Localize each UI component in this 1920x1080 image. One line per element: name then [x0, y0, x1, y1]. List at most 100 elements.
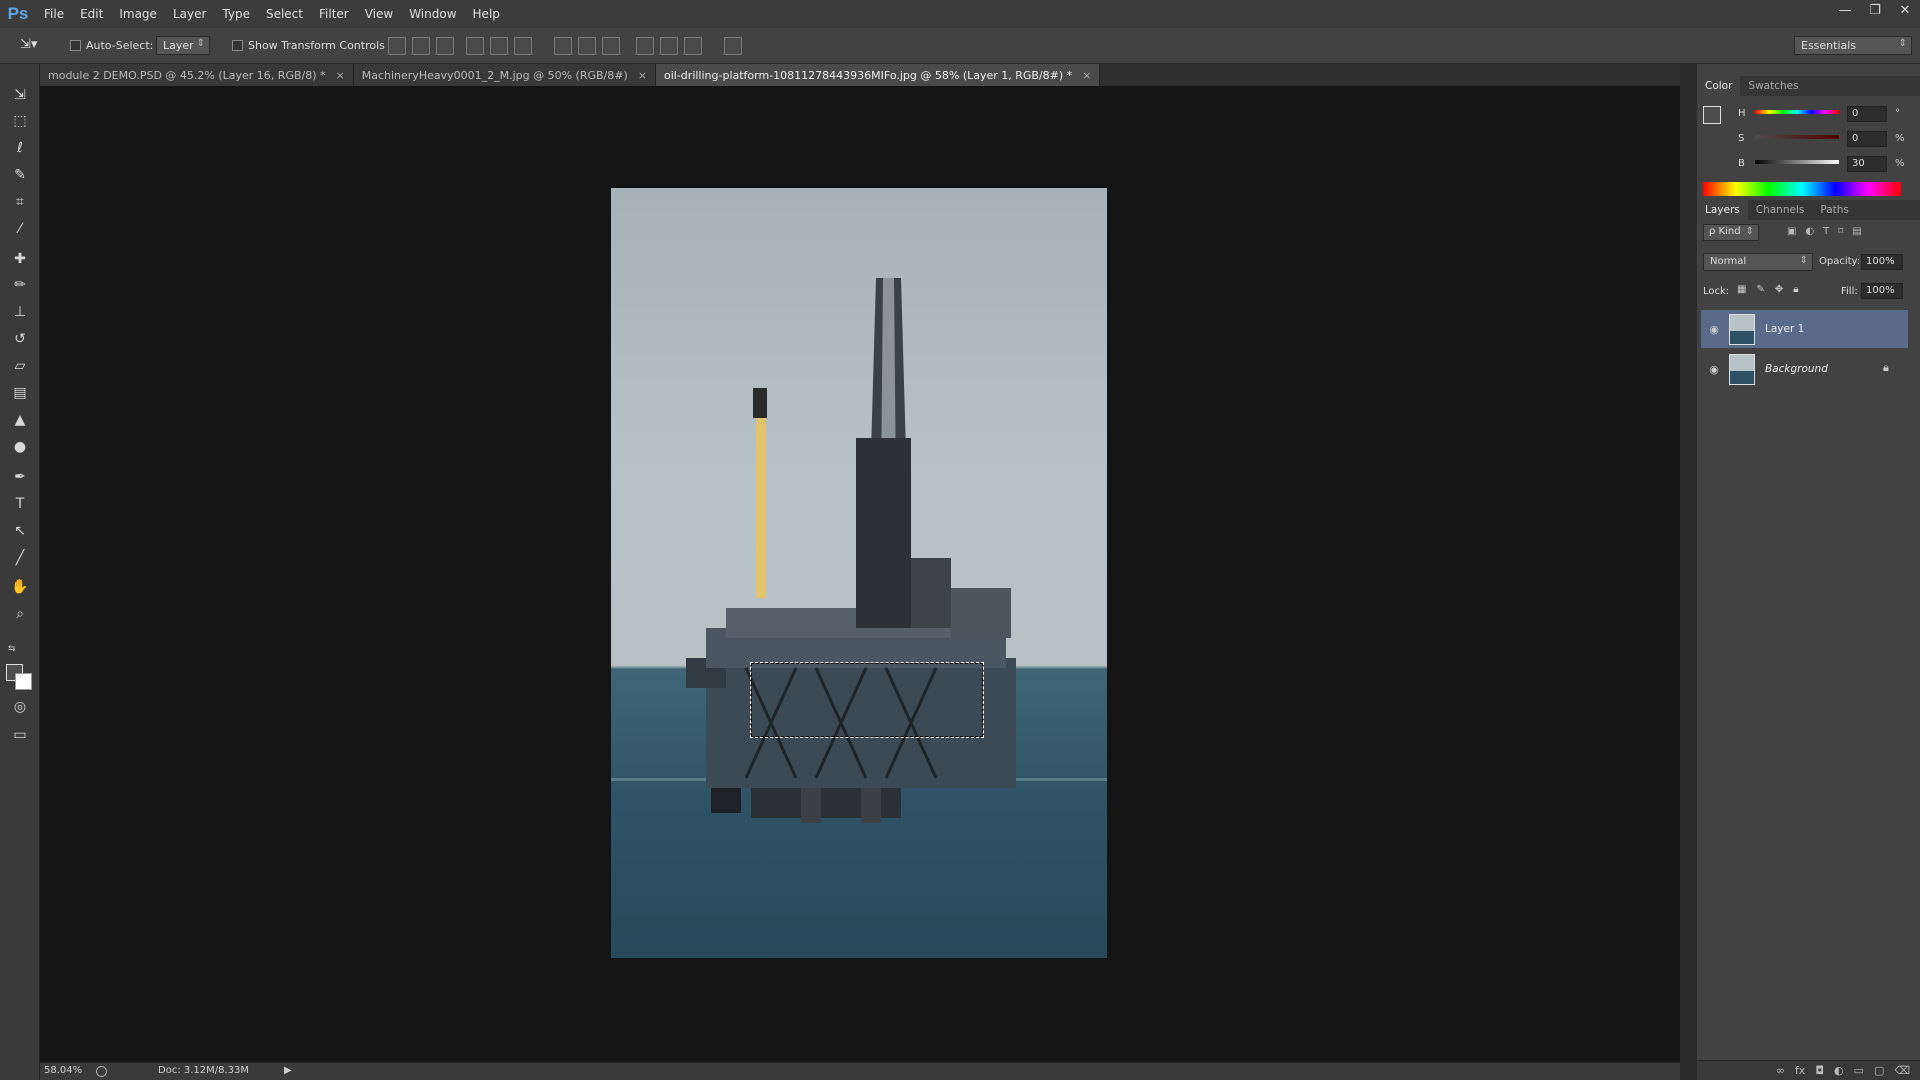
new-layer-icon[interactable]: ▢	[1874, 1064, 1884, 1077]
blur-tool-icon[interactable]: ▲	[9, 409, 31, 431]
distribute-vcenter-icon[interactable]	[578, 37, 596, 55]
tab-channels[interactable]: Channels	[1748, 200, 1813, 220]
hue-slider[interactable]	[1755, 110, 1839, 114]
clone-stamp-tool-icon[interactable]: ⊥	[9, 301, 31, 323]
eraser-tool-icon[interactable]: ▱	[9, 355, 31, 377]
minimize-button[interactable]: —	[1830, 0, 1860, 20]
document-image[interactable]	[611, 188, 1107, 958]
lasso-tool-icon[interactable]: ℓ	[9, 137, 31, 159]
path-selection-tool-icon[interactable]: ↖	[9, 520, 31, 542]
doc-tab[interactable]: module 2 DEMO.PSD @ 45.2% (Layer 16, RGB…	[40, 64, 354, 86]
align-left-icon[interactable]	[466, 37, 484, 55]
visibility-eye-icon[interactable]: ◉	[1707, 322, 1721, 336]
doc-tab-active[interactable]: oil-drilling-platform-10811278443936MIFo…	[656, 64, 1101, 86]
dodge-tool-icon[interactable]: ●	[9, 436, 31, 458]
adjustment-layer-icon[interactable]: ◐	[1834, 1064, 1844, 1077]
brightness-slider[interactable]	[1755, 160, 1839, 164]
layer-kind-filter[interactable]: ρ Kind	[1703, 224, 1759, 241]
menu-view[interactable]: View	[357, 0, 401, 28]
close-icon[interactable]: ×	[336, 69, 345, 82]
swap-colors-icon[interactable]: ⇆	[8, 644, 30, 654]
color-panel-foreground-swatch[interactable]	[1703, 106, 1721, 124]
close-button[interactable]: ✕	[1890, 0, 1920, 20]
distribute-left-icon[interactable]	[636, 37, 654, 55]
s-value-field[interactable]: 0	[1847, 131, 1887, 147]
h-value-field[interactable]: 0	[1847, 106, 1887, 122]
menu-image[interactable]: Image	[111, 0, 165, 28]
menu-window[interactable]: Window	[401, 0, 464, 28]
menu-bar: Ps File Edit Image Layer Type Select Fil…	[0, 0, 1920, 28]
opacity-field[interactable]: 100%	[1861, 254, 1903, 270]
healing-brush-tool-icon[interactable]: ✚	[9, 248, 31, 270]
restore-button[interactable]: ❐	[1860, 0, 1890, 20]
color-spectrum-bar[interactable]	[1703, 182, 1901, 196]
align-vcenter-icon[interactable]	[412, 37, 430, 55]
align-bottom-icon[interactable]	[436, 37, 454, 55]
move-tool-icon[interactable]: ⇲	[9, 84, 31, 106]
layer-name[interactable]: Background	[1765, 363, 1828, 375]
menu-filter[interactable]: Filter	[311, 0, 357, 28]
menu-help[interactable]: Help	[465, 0, 508, 28]
link-layers-icon[interactable]: ∞	[1776, 1064, 1785, 1077]
lock-icons[interactable]: ▦✎✥🔒︎	[1737, 284, 1817, 298]
layer-style-icon[interactable]: fx	[1795, 1064, 1805, 1077]
layer-filter-icons[interactable]: ▣◐T⌑▤	[1787, 226, 1895, 240]
gradient-tool-icon[interactable]: ▤	[9, 382, 31, 404]
move-tool-preset-icon[interactable]: ⇲▾	[20, 37, 38, 55]
tab-layers[interactable]: Layers	[1697, 200, 1748, 220]
new-group-icon[interactable]: ▭	[1854, 1064, 1864, 1077]
saturation-slider[interactable]	[1755, 135, 1839, 139]
screen-mode-icon[interactable]: ▭	[9, 724, 31, 746]
crop-tool-icon[interactable]: ⌗	[9, 191, 31, 213]
eyedropper-tool-icon[interactable]: ⁄	[9, 218, 31, 240]
status-info-icon[interactable]	[96, 1066, 107, 1077]
panel-collapse-strip[interactable]	[1680, 64, 1697, 1080]
add-mask-icon[interactable]: ◘	[1815, 1064, 1824, 1077]
distribute-top-icon[interactable]	[554, 37, 572, 55]
menu-file[interactable]: File	[36, 0, 72, 28]
delete-layer-icon[interactable]: ⌫	[1894, 1064, 1910, 1077]
type-tool-icon[interactable]: T	[9, 493, 31, 515]
marquee-selection[interactable]	[750, 662, 984, 738]
menu-select[interactable]: Select	[258, 0, 311, 28]
distribute-bottom-icon[interactable]	[602, 37, 620, 55]
doc-tab[interactable]: MachineryHeavy0001_2_M.jpg @ 50% (RGB/8#…	[353, 64, 656, 86]
background-color-swatch[interactable]	[15, 673, 32, 690]
quick-select-tool-icon[interactable]: ✎	[9, 164, 31, 186]
auto-select-dropdown[interactable]: Layer	[156, 36, 210, 55]
layer-row[interactable]: ◉ Background 🔒︎	[1701, 350, 1908, 388]
distribute-right-icon[interactable]	[684, 37, 702, 55]
auto-align-icon[interactable]	[724, 37, 742, 55]
tab-swatches[interactable]: Swatches	[1740, 76, 1806, 96]
auto-select-checkbox[interactable]	[70, 40, 81, 51]
history-brush-tool-icon[interactable]: ↺	[9, 328, 31, 350]
tab-paths[interactable]: Paths	[1812, 200, 1857, 220]
layer-row[interactable]: ◉ Layer 1	[1701, 310, 1908, 348]
align-right-icon[interactable]	[514, 37, 532, 55]
menu-type[interactable]: Type	[214, 0, 258, 28]
tab-color[interactable]: Color	[1697, 76, 1741, 96]
menu-layer[interactable]: Layer	[165, 0, 214, 28]
visibility-eye-icon[interactable]: ◉	[1707, 362, 1721, 376]
line-tool-icon[interactable]: ╱	[9, 547, 31, 569]
hand-tool-icon[interactable]: ✋	[9, 576, 31, 598]
zoom-tool-icon[interactable]: ⌕	[9, 603, 31, 625]
zoom-level[interactable]: 58.04%	[44, 1065, 82, 1076]
brush-tool-icon[interactable]: ✏	[9, 274, 31, 296]
fill-field[interactable]: 100%	[1861, 283, 1903, 299]
status-menu-arrow-icon[interactable]: ▶	[284, 1065, 292, 1076]
workspace-dropdown[interactable]: Essentials	[1794, 36, 1912, 55]
marquee-tool-icon[interactable]: ⬚	[9, 110, 31, 132]
distribute-hcenter-icon[interactable]	[660, 37, 678, 55]
align-hcenter-icon[interactable]	[490, 37, 508, 55]
b-value-field[interactable]: 30	[1847, 156, 1887, 172]
show-transform-checkbox[interactable]	[232, 40, 243, 51]
layer-name[interactable]: Layer 1	[1765, 323, 1804, 335]
menu-edit[interactable]: Edit	[72, 0, 111, 28]
close-icon[interactable]: ×	[1082, 69, 1091, 82]
pen-tool-icon[interactable]: ✒	[9, 466, 31, 488]
blend-mode-dropdown[interactable]: Normal	[1703, 253, 1813, 271]
align-top-icon[interactable]	[388, 37, 406, 55]
quick-mask-icon[interactable]: ◎	[9, 696, 31, 718]
close-icon[interactable]: ×	[638, 69, 647, 82]
